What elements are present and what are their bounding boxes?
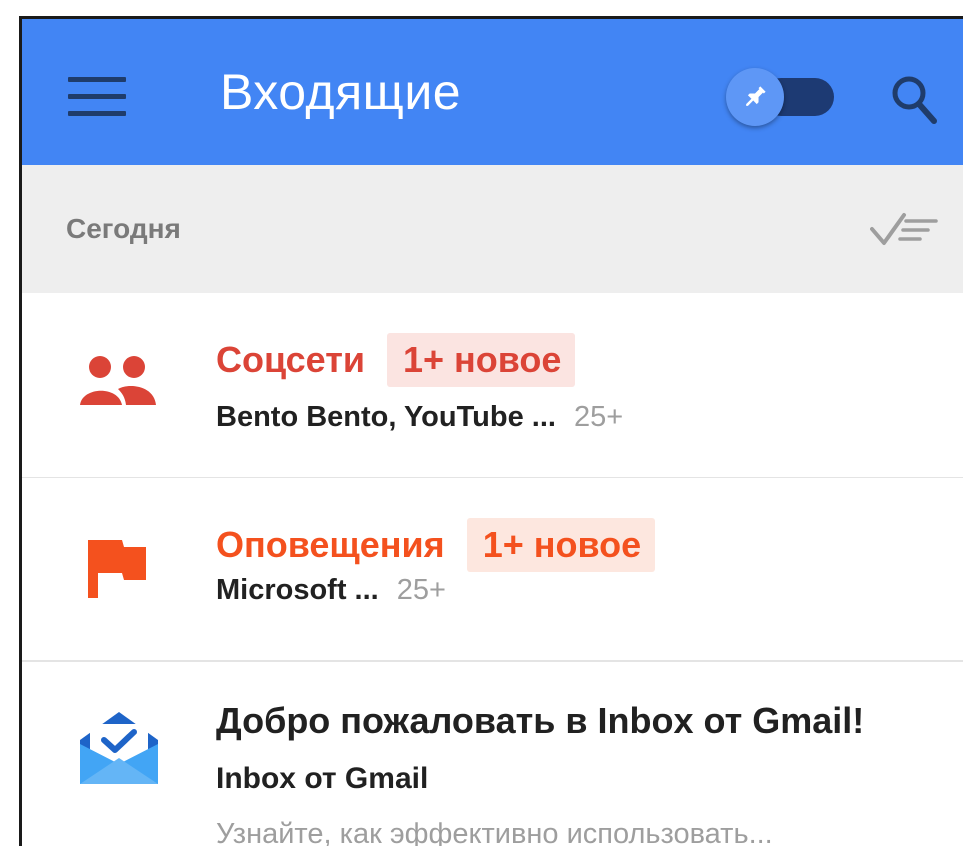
bundle-senders-line: Bento Bento, YouTube ... 25+ — [216, 401, 623, 434]
bundle-title-line: Оповещения 1+ новое — [216, 518, 656, 572]
bundle-row-social[interactable]: Соцсети 1+ новое Bento Bento, YouTube ..… — [22, 293, 963, 477]
message-sender: Inbox от Gmail — [216, 762, 429, 795]
section-header-today: Сегодня — [22, 165, 963, 293]
social-people-icon — [80, 356, 156, 405]
bundle-title-line: Соцсети 1+ новое — [216, 333, 576, 387]
bundle-name: Оповещения — [216, 524, 445, 565]
menu-icon[interactable] — [68, 77, 126, 117]
pin-toggle[interactable] — [726, 68, 836, 126]
message-row[interactable]: Добро пожаловать в Inbox от Gmail! Inbox… — [22, 662, 963, 846]
bundle-senders-line: Microsoft ... 25+ — [216, 574, 446, 607]
app-bar: Входящие — [22, 19, 963, 165]
search-icon[interactable] — [890, 73, 938, 125]
updates-flag-icon — [88, 540, 146, 598]
page-title: Входящие — [220, 64, 462, 120]
bundle-senders: Microsoft ... — [216, 574, 379, 606]
bundle-name: Соцсети — [216, 339, 365, 380]
sweep-done-icon[interactable] — [870, 211, 940, 247]
new-badge: 1+ новое — [386, 333, 576, 387]
message-snippet: Узнайте, как эффективно использовать... — [216, 818, 773, 846]
section-title: Сегодня — [66, 213, 181, 244]
app-screen: Входящие Сегодня Соцсети 1+ новое Bento … — [0, 0, 963, 846]
pin-toggle-knob — [726, 68, 784, 126]
bundle-count: 25+ — [396, 574, 446, 606]
pin-icon — [746, 86, 766, 106]
bundle-row-updates[interactable]: Оповещения 1+ новое Microsoft ... 25+ — [22, 478, 963, 661]
bundle-senders: Bento Bento, YouTube ... — [216, 401, 556, 433]
new-badge: 1+ новое — [466, 518, 656, 572]
message-subject: Добро пожаловать в Inbox от Gmail! — [216, 700, 865, 741]
bundle-count: 25+ — [574, 401, 624, 433]
inbox-envelope-icon — [80, 712, 158, 784]
